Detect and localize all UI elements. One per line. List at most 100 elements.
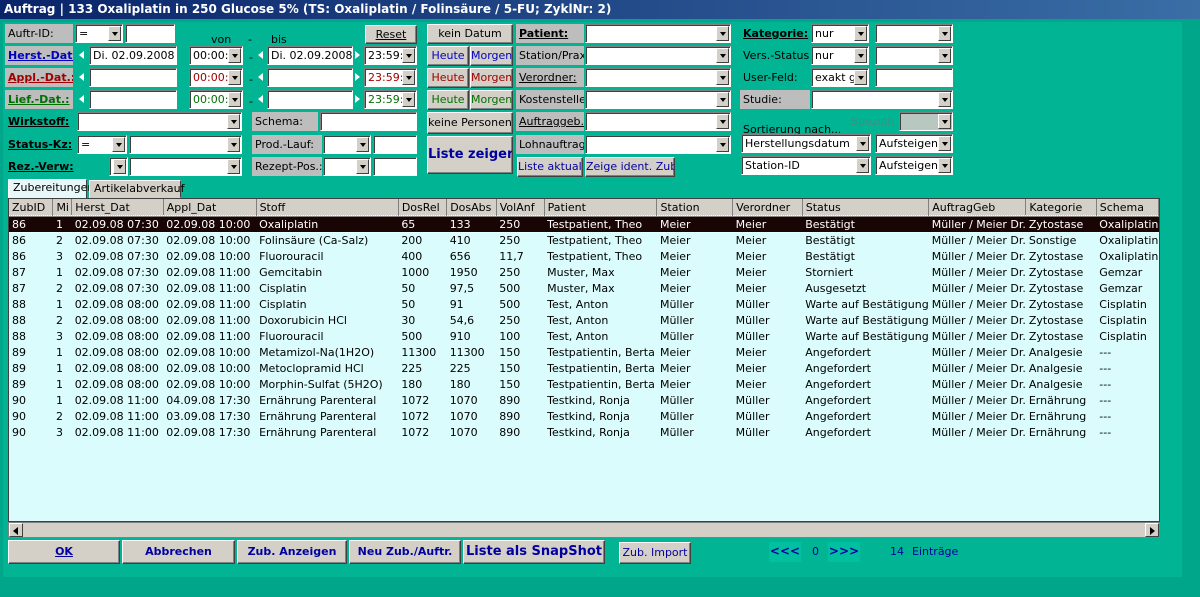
chevron-down-icon[interactable] — [113, 159, 126, 174]
table-row[interactable]: 89 1 02.09.08 08:00 02.09.08 10:00 Morphin-S… — [9, 376, 1159, 392]
appl-von-date-input[interactable] — [89, 68, 177, 87]
zub-import-button[interactable]: Zub. Import — [619, 542, 691, 564]
table-row[interactable]: 90 3 02.09.08 11:00 02.09.08 17:30 Ernährung… — [9, 424, 1159, 440]
chevron-down-icon[interactable] — [228, 92, 241, 107]
next-day-icon[interactable] — [353, 68, 363, 87]
table-row[interactable]: 86 1 02.09.08 07:30 02.09.08 10:00 Oxaliplat… — [9, 215, 1159, 233]
rezept-pos-input[interactable] — [373, 157, 417, 176]
horizontal-scrollbar[interactable] — [8, 522, 1160, 538]
table-row[interactable]: 86 3 02.09.08 07:30 02.09.08 10:00 Fluoroura… — [9, 248, 1159, 264]
sort1-field-select[interactable]: Herstellungsdatum — [741, 134, 871, 153]
wirkstoff-select[interactable] — [77, 112, 242, 131]
chevron-down-icon[interactable] — [356, 159, 369, 174]
lief-von-date-input[interactable] — [89, 90, 177, 109]
appl-heute-button[interactable]: Heute — [427, 68, 469, 88]
column-header[interactable]: DosAbs — [446, 199, 497, 217]
table-row[interactable]: 90 2 02.09.08 11:00 03.09.08 17:30 Ernährung… — [9, 408, 1159, 424]
prev-day-icon[interactable] — [77, 46, 87, 65]
neu-zub-auftr-button[interactable]: Neu Zub./Auftr. — [349, 540, 461, 564]
column-header[interactable]: VolAnf — [496, 199, 545, 217]
herst-von-date-input[interactable]: Di. 02.09.2008 — [89, 46, 177, 65]
chevron-down-icon[interactable] — [716, 48, 729, 63]
sort2-direction-select[interactable]: Aufsteigend — [875, 156, 953, 175]
table-row[interactable]: 88 2 02.09.08 08:00 02.09.08 11:00 Doxorubic… — [9, 312, 1159, 328]
lief-heute-button[interactable]: Heute — [427, 90, 469, 110]
lief-bis-time-select[interactable]: 23:59:5 — [364, 90, 417, 109]
auftraggeb-select[interactable] — [585, 112, 731, 131]
prev-day-icon[interactable] — [256, 68, 266, 87]
table-row[interactable]: 86 2 02.09.08 07:30 02.09.08 10:00 Folinsäur… — [9, 232, 1159, 248]
user-feld-operator[interactable]: exakt gle — [811, 68, 869, 87]
chevron-down-icon[interactable] — [938, 92, 951, 107]
chevron-down-icon[interactable] — [938, 136, 951, 151]
status-kz-select[interactable] — [129, 135, 242, 154]
kategorie-operator[interactable]: nur — [811, 24, 869, 43]
status-kz-operator[interactable]: = — [77, 135, 127, 154]
zubereitungen-grid[interactable]: ZubID Mi Herst_Dat Appl_Dat Stoff DosRel DosAb… — [8, 198, 1160, 522]
column-header[interactable]: Station — [656, 199, 734, 217]
zeige-ident-zub-button[interactable]: Zeige ident. Zub. — [585, 157, 675, 177]
keine-personen-button[interactable]: keine Personen — [427, 112, 513, 134]
chevron-down-icon[interactable] — [112, 137, 125, 152]
column-header[interactable]: Herst_Dat — [71, 199, 164, 217]
chevron-down-icon[interactable] — [854, 70, 867, 85]
studie-select[interactable] — [811, 90, 953, 109]
vers-status-operator[interactable]: nur — [811, 46, 869, 65]
chevron-down-icon[interactable] — [716, 114, 729, 129]
chevron-down-icon[interactable] — [856, 136, 869, 151]
liste-zeigen-button[interactable]: Liste zeigen — [427, 136, 513, 174]
chevron-down-icon[interactable] — [108, 26, 121, 41]
patient-select[interactable] — [585, 24, 731, 43]
table-row[interactable]: 90 1 02.09.08 11:00 04.09.08 17:30 Ernährung… — [9, 392, 1159, 408]
column-header[interactable]: Stoff — [256, 199, 399, 217]
table-row[interactable]: 87 1 02.09.08 07:30 02.09.08 11:00 Gemcitabi… — [9, 264, 1159, 280]
column-header[interactable]: ZubID — [9, 199, 54, 217]
sort2-field-select[interactable]: Station-ID — [741, 156, 871, 175]
chevron-down-icon[interactable] — [227, 159, 240, 174]
page-next-button[interactable]: >>> — [828, 542, 860, 562]
prev-day-icon[interactable] — [256, 46, 266, 65]
lief-morgen-button[interactable]: Morgen — [470, 90, 513, 110]
table-row[interactable]: 89 1 02.09.08 08:00 02.09.08 10:00 Metoclopr… — [9, 360, 1159, 376]
prev-day-icon[interactable] — [77, 68, 87, 87]
kein-datum-button[interactable]: kein Datum — [427, 24, 513, 44]
herst-bis-date-input[interactable]: Di. 02.09.2008 — [267, 46, 353, 65]
prod-lauf-input[interactable] — [373, 135, 417, 154]
kostenstelle-select[interactable] — [585, 90, 731, 109]
herst-von-time-select[interactable]: 00:00:0 — [189, 46, 243, 65]
chevron-down-icon[interactable] — [402, 48, 415, 63]
herst-morgen-button[interactable]: Morgen — [470, 46, 513, 66]
user-feld-input[interactable] — [875, 68, 953, 87]
chevron-down-icon[interactable] — [402, 70, 415, 85]
next-day-icon[interactable] — [353, 46, 363, 65]
chevron-down-icon[interactable] — [938, 158, 951, 173]
column-header[interactable]: DosRel — [398, 199, 448, 217]
column-header[interactable]: Kategorie — [1025, 199, 1097, 217]
abbrechen-button[interactable]: Abbrechen — [122, 540, 235, 564]
column-header[interactable]: Patient — [544, 199, 658, 217]
herst-heute-button[interactable]: Heute — [427, 46, 469, 66]
appl-von-time-select[interactable]: 00:00:0 — [189, 68, 243, 87]
chevron-down-icon[interactable] — [716, 92, 729, 107]
lohnauftrag-select[interactable] — [585, 135, 731, 154]
chevron-down-icon[interactable] — [402, 92, 415, 107]
lief-von-time-select[interactable]: 00:00:0 — [189, 90, 243, 109]
column-header[interactable]: AuftragGeb — [928, 199, 1027, 217]
chevron-down-icon[interactable] — [227, 137, 240, 152]
verordner-select[interactable] — [585, 68, 731, 87]
auftr-id-operator[interactable]: = — [75, 24, 123, 43]
rez-verw-operator[interactable] — [109, 157, 128, 176]
page-prev-button[interactable]: <<< — [769, 542, 801, 562]
column-header[interactable]: Status — [802, 199, 930, 217]
chevron-down-icon[interactable] — [716, 137, 729, 152]
ok-button[interactable]: OK — [8, 540, 120, 564]
chevron-down-icon[interactable] — [856, 158, 869, 173]
table-row[interactable]: 88 3 02.09.08 08:00 02.09.08 11:00 Fluoroura… — [9, 328, 1159, 344]
kategorie-select[interactable] — [875, 24, 953, 43]
appl-morgen-button[interactable]: Morgen — [470, 68, 513, 88]
chevron-down-icon[interactable] — [716, 70, 729, 85]
vers-status-select[interactable] — [875, 46, 953, 65]
column-header[interactable]: Schema — [1096, 199, 1159, 217]
chevron-down-icon[interactable] — [854, 26, 867, 41]
column-header[interactable]: Verordner — [732, 199, 803, 217]
